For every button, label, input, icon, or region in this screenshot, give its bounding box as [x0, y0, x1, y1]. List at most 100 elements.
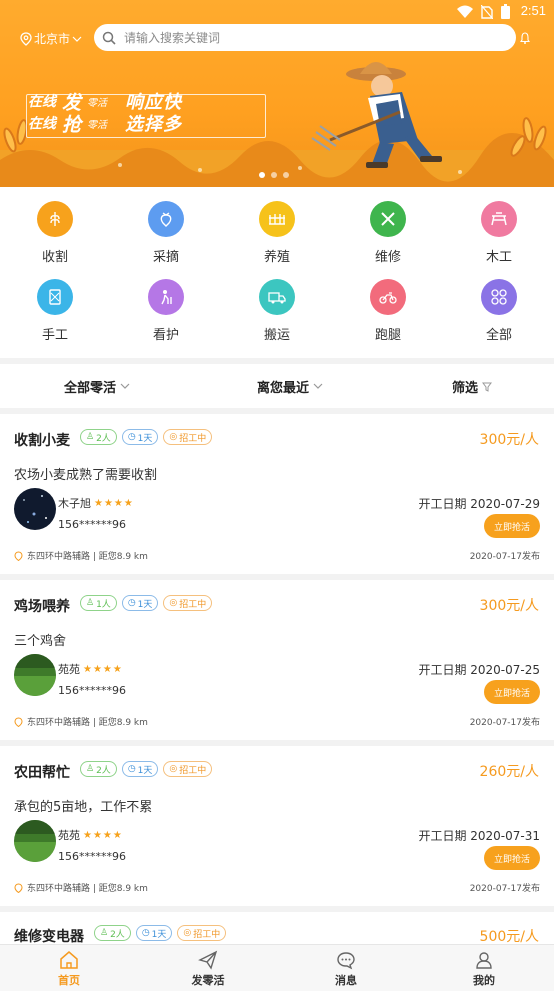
job-description: 三个鸡舍 — [14, 634, 67, 649]
wheat-icon — [37, 201, 73, 237]
category-caregiving[interactable]: 看护 — [126, 279, 206, 343]
category-picking[interactable]: 采摘 — [126, 201, 206, 265]
employer-name: 苑苑 — [58, 663, 80, 676]
filter-label: 筛选 — [452, 381, 479, 396]
rating-stars: ★★★★ — [83, 663, 123, 675]
tag-text: 2人 — [110, 929, 125, 940]
category-grid: 收割 采摘 养殖 维修 木工 手工 看护 搬运 跑腿 全部 — [0, 187, 554, 358]
employer-phone: 156******96 — [58, 850, 126, 863]
tag-text: 1天 — [137, 433, 153, 444]
banner[interactable]: 2:51 北京市 在线 发 零活 响应快 在线 抢 零活 选择多 — [0, 0, 554, 187]
rating-stars: ★★★★ — [83, 829, 123, 841]
filter-all-jobs[interactable]: 全部零活 — [64, 377, 130, 396]
search-icon — [102, 31, 116, 45]
category-label: 维修 — [374, 250, 401, 265]
category-label: 养殖 — [263, 250, 290, 265]
carousel-dots[interactable] — [259, 172, 289, 178]
clock: 2:51 — [520, 3, 546, 18]
slogan-text: 在线 — [28, 116, 56, 132]
employer-name: 木子旭 — [58, 497, 91, 510]
clock-icon: ◷ — [141, 928, 150, 938]
location-pin-icon — [14, 716, 23, 727]
avatar[interactable] — [14, 488, 56, 530]
nav-profile[interactable]: 我的 — [444, 948, 524, 988]
city-label: 北京市 — [34, 32, 71, 46]
user-icon — [476, 952, 492, 969]
slogan-text: 零活 — [87, 97, 108, 109]
category-carpentry[interactable]: 木工 — [459, 201, 539, 265]
hiring-icon: ◎ — [183, 928, 192, 938]
category-harvest[interactable]: 收割 — [15, 201, 95, 265]
publish-date: 2020-07-17发布 — [469, 884, 540, 894]
search-bar[interactable] — [94, 24, 516, 51]
grab-job-button[interactable]: 立即抢活 — [484, 514, 540, 538]
status-tag: ◎ 招工中 — [163, 761, 213, 777]
avatar[interactable] — [14, 654, 56, 696]
grab-job-button[interactable]: 立即抢活 — [484, 680, 540, 704]
status-tag: ◎ 招工中 — [163, 595, 213, 611]
days-tag: ◷ 1天 — [121, 429, 159, 445]
clock-icon: ◷ — [127, 432, 136, 442]
saw-table-icon — [481, 201, 517, 237]
nav-post-job[interactable]: 发零活 — [168, 948, 248, 988]
bell-icon[interactable] — [520, 32, 530, 44]
job-price: 300元/人 — [479, 598, 539, 614]
job-price: 260元/人 — [479, 764, 539, 780]
category-repair[interactable]: 维修 — [348, 201, 428, 265]
job-title: 鸡场喂养 — [14, 599, 70, 615]
job-card[interactable]: 收割小麦 ♙ 2人 ◷ 1天 ◎ 招工中 300元/人 农场小麦成熟了需要收割 木子旭… — [0, 414, 554, 574]
search-input[interactable] — [124, 30, 484, 45]
carousel-dot[interactable] — [259, 172, 265, 178]
nav-label: 我的 — [473, 974, 495, 987]
category-all[interactable]: 全部 — [459, 279, 539, 343]
slogan-text: 零活 — [87, 119, 108, 131]
people-tag: ♙ 2人 — [80, 761, 117, 777]
wifi-icon — [457, 5, 473, 18]
employer-phone: 156******96 — [58, 684, 126, 697]
days-tag: ◷ 1天 — [121, 595, 159, 611]
nav-home[interactable]: 首页 — [29, 948, 109, 988]
filter-label: 离您最近 — [257, 381, 310, 396]
category-errands[interactable]: 跑腿 — [348, 279, 428, 343]
hiring-icon: ◎ — [169, 764, 178, 774]
slogan-text: 选择多 — [125, 114, 183, 135]
job-card[interactable]: 农田帮忙 ♙ 2人 ◷ 1天 ◎ 招工中 260元/人 承包的5亩地，工作不累 苑苑 … — [0, 746, 554, 906]
farm-fence-icon — [259, 201, 295, 237]
carousel-dot[interactable] — [271, 172, 277, 178]
grab-job-button[interactable]: 立即抢活 — [484, 846, 540, 870]
tag-text: 1人 — [96, 599, 111, 610]
tag-text: 1天 — [137, 599, 153, 610]
clock-icon: ◷ — [127, 598, 136, 608]
tag-text: 招工中 — [179, 599, 207, 610]
motorbike-icon — [370, 279, 406, 315]
job-tags: ♙ 1人 ◷ 1天 ◎ 招工中 — [80, 595, 213, 611]
category-moving[interactable]: 搬运 — [237, 279, 317, 343]
tag-text: 招工中 — [179, 433, 207, 444]
category-breeding[interactable]: 养殖 — [237, 201, 317, 265]
filter-nearest[interactable]: 离您最近 — [257, 377, 323, 396]
chevron-down-icon — [120, 383, 130, 389]
job-description: 农场小麦成熟了需要收割 — [14, 468, 158, 483]
job-tags: ♙ 2人 ◷ 1天 ◎ 招工中 — [94, 925, 227, 941]
nav-label: 消息 — [335, 974, 357, 987]
filter-label: 全部零活 — [64, 381, 117, 396]
location-pin-icon — [14, 882, 23, 893]
avatar[interactable] — [14, 820, 56, 862]
filter-bar: 全部零活 离您最近 筛选 — [0, 364, 554, 408]
category-handcraft[interactable]: 手工 — [15, 279, 95, 343]
tag-text: 1天 — [137, 765, 153, 776]
category-label: 搬运 — [263, 328, 290, 343]
truck-icon — [259, 279, 295, 315]
job-card[interactable]: 鸡场喂养 ♙ 1人 ◷ 1天 ◎ 招工中 300元/人 三个鸡舍 苑苑 ★★★★ 15… — [0, 580, 554, 740]
address-text: 东四环中路辅路 | 距您8.9 km — [27, 552, 148, 562]
nav-messages[interactable]: 消息 — [306, 948, 386, 988]
city-selector[interactable]: 北京市 — [20, 30, 82, 47]
category-label: 木工 — [485, 250, 512, 265]
location-pin-icon — [20, 31, 32, 46]
person-icon: ♙ — [86, 764, 95, 774]
job-address: 东四环中路辅路 | 距您8.9 km — [14, 715, 148, 728]
bottom-nav: 首页 发零活 消息 我的 — [0, 944, 554, 991]
employer-name-row: 苑苑 ★★★★ — [58, 661, 123, 677]
filter-screen[interactable]: 筛选 — [452, 377, 493, 396]
carousel-dot[interactable] — [283, 172, 289, 178]
